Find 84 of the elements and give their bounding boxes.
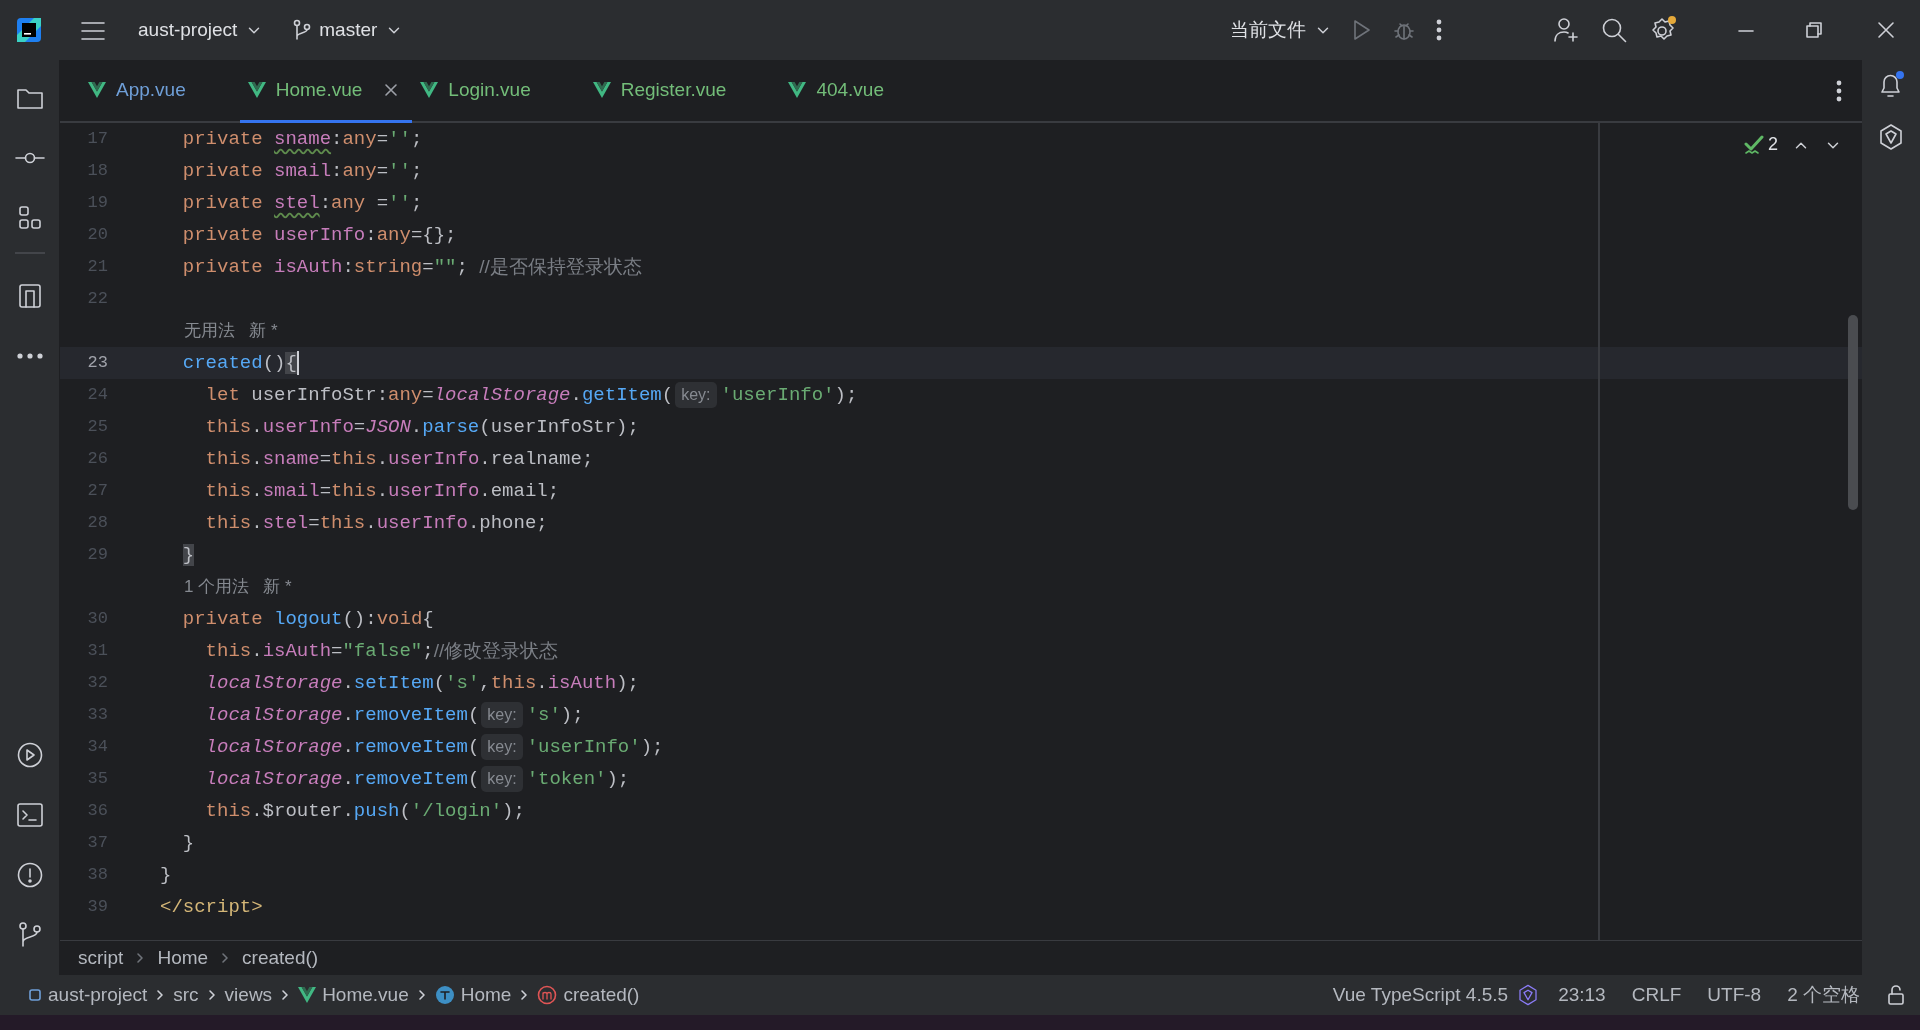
path-item[interactable]: views xyxy=(216,980,281,1010)
warning-circle-icon xyxy=(15,861,44,889)
search-icon xyxy=(1600,16,1628,44)
code-line: private isAuth:string=""; //是否保持登录状态 xyxy=(181,254,642,280)
check-icon xyxy=(1744,134,1764,155)
vue-icon xyxy=(88,82,106,98)
play-circle-icon xyxy=(15,741,44,769)
inspection-widget[interactable]: 2 xyxy=(1744,131,1778,158)
chevron-right-icon xyxy=(416,988,427,1002)
language-indicator[interactable]: Vue TypeScript 4.5.5 xyxy=(1324,980,1517,1010)
file-tab[interactable]: App.vue xyxy=(80,60,240,123)
more-vertical-icon xyxy=(1436,18,1442,43)
commit-icon xyxy=(14,150,45,166)
code-line: created(){ xyxy=(181,350,299,377)
caret-position[interactable]: 23:13 xyxy=(1550,980,1614,1010)
code-line: this.userInfo=JSON.parse(userInfoStr); xyxy=(204,414,639,440)
code-line: private sname:any=''; xyxy=(181,126,423,152)
class-icon xyxy=(434,985,455,1005)
breadcrumb-item[interactable]: Home xyxy=(155,943,211,973)
terminal-icon xyxy=(15,802,44,828)
file-tab[interactable]: Login.vue xyxy=(412,60,585,123)
line-ending-indicator[interactable]: CRLF xyxy=(1623,980,1690,1010)
line-number: 23 xyxy=(86,352,109,375)
code-line: localStorage.setItem('s',this.isAuth); xyxy=(204,670,639,696)
code-line: this.sname=this.userInfo.realname; xyxy=(204,446,594,472)
path-item[interactable]: created() xyxy=(529,980,648,1010)
code-line: this.stel=this.userInfo.phone; xyxy=(204,510,548,536)
breadcrumb-item[interactable]: script xyxy=(76,943,126,973)
folder-icon xyxy=(15,86,44,110)
add-user-icon xyxy=(1552,16,1580,44)
code-line: private smail:any=''; xyxy=(181,158,423,184)
chevron-right-icon xyxy=(280,988,291,1002)
app-logo-icon[interactable] xyxy=(16,17,42,43)
vue-icon xyxy=(298,987,317,1003)
file-tab[interactable]: 404.vue xyxy=(780,60,938,123)
more-horizontal-icon xyxy=(16,353,43,359)
code-line: this.isAuth="false";//修改登录状态 xyxy=(204,638,559,664)
run-config-dropdown[interactable]: 当前文件 xyxy=(1222,9,1340,51)
code-line: private logout():void{ xyxy=(181,606,434,632)
path-item[interactable]: Home.vue xyxy=(290,980,417,1010)
code-line: } xyxy=(159,862,172,888)
bookmark-icon xyxy=(16,282,43,310)
chevron-right-icon xyxy=(206,988,217,1002)
chevron-right-icon xyxy=(519,988,530,1002)
path-item[interactable]: src xyxy=(165,980,207,1010)
code-line: let userInfoStr:any=localStorage.getItem( key: 'userInfo'); xyxy=(204,381,858,410)
path-item[interactable]: Home xyxy=(426,980,520,1010)
file-tab[interactable]: Home.vue xyxy=(239,60,413,123)
vue-icon xyxy=(592,82,611,98)
chevron-right-icon xyxy=(220,951,231,965)
vue-icon xyxy=(420,82,439,98)
close-icon[interactable] xyxy=(384,83,399,97)
more-vertical-icon xyxy=(1836,80,1842,103)
code-line: } xyxy=(181,830,195,856)
code-line: localStorage.removeItem( key: 'userInfo'); xyxy=(204,733,664,762)
encoding-indicator[interactable]: UTF-8 xyxy=(1699,980,1770,1010)
menu-icon xyxy=(80,19,106,42)
project-dropdown[interactable]: aust-project xyxy=(130,9,272,51)
code-line: private userInfo:any={}; xyxy=(181,222,457,248)
branch-dropdown[interactable]: master xyxy=(285,9,412,51)
square-icon xyxy=(28,988,42,1002)
chevron-right-icon xyxy=(155,988,166,1002)
structure-icon xyxy=(16,205,43,231)
method-icon xyxy=(537,985,558,1005)
usage-hint[interactable]: 无用法 新 * xyxy=(60,315,1862,347)
vue-icon xyxy=(247,82,266,98)
usage-hint[interactable]: 1 个用法 新 * xyxy=(60,571,1862,603)
code-line: localStorage.removeItem( key: 's'); xyxy=(204,701,584,730)
code-line: this.smail=this.userInfo.email; xyxy=(204,478,560,504)
scrollbar-thumb[interactable] xyxy=(1848,315,1858,510)
vue-icon xyxy=(788,82,807,98)
branch-icon xyxy=(17,921,42,949)
code-line: private stel:any =''; xyxy=(181,190,423,216)
indent-indicator[interactable]: 2 个空格 xyxy=(1779,980,1868,1010)
branch-icon xyxy=(293,19,312,41)
path-item[interactable]: aust-project xyxy=(20,980,156,1010)
file-tab[interactable]: Register.vue xyxy=(584,60,781,123)
code-line: localStorage.removeItem( key: 'token'); xyxy=(204,765,630,794)
code-line: this.$router.push('/login'); xyxy=(204,798,525,824)
lock-icon[interactable] xyxy=(1886,984,1906,1006)
code-line: </script> xyxy=(159,894,263,920)
chevron-right-icon xyxy=(135,951,146,965)
breadcrumb-item[interactable]: created() xyxy=(240,943,321,973)
minimize-icon xyxy=(1738,28,1754,33)
